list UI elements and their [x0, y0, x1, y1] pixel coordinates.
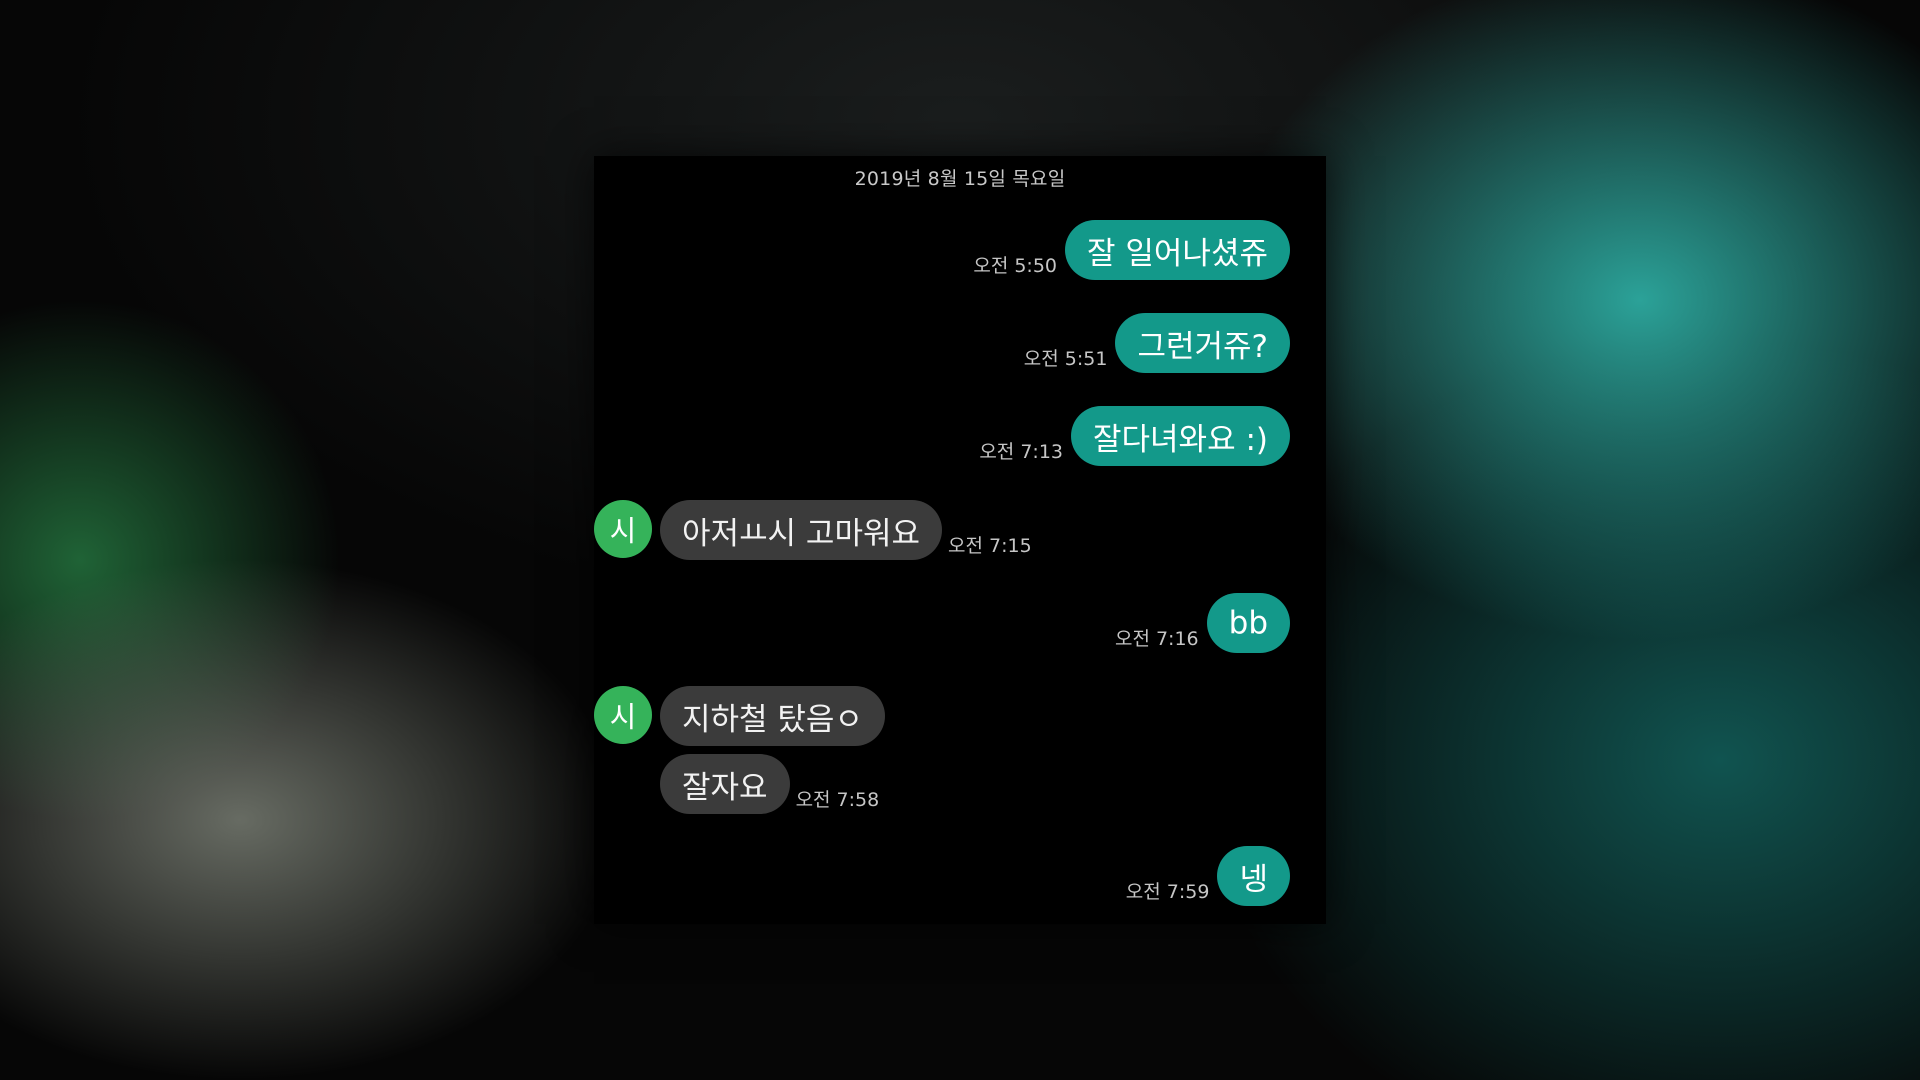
message-row-received: 시 지하철 탔음ㅇ 잘자요 오전 7:58 [594, 686, 885, 814]
message-time: 오전 7:15 [948, 535, 1032, 557]
message-time: 오전 5:50 [973, 255, 1058, 277]
message-bubble-sent[interactable]: 넹 [1217, 846, 1290, 906]
chat-window[interactable]: 2019년 8월 15일 목요일 오전 5:50 잘 일어나셨쥬 오전 5:51… [594, 156, 1326, 924]
message-bubble-sent[interactable]: 잘다녀와요 :) [1071, 406, 1290, 466]
message-bubble-received[interactable]: 잘자요 [660, 754, 790, 814]
message-bubble-received[interactable]: 아저ㅛ시 고마워요 [660, 500, 943, 560]
message-bubble-sent[interactable]: bb [1206, 593, 1290, 653]
message-row-sent: 오전 7:59 넹 [1126, 846, 1290, 906]
message-group-received: 아저ㅛ시 고마워요 오전 7:15 [660, 500, 1032, 560]
message-row-sent: 오전 5:51 그런거쥬? [1024, 313, 1290, 373]
message-row-sent: 오전 7:13 잘다녀와요 :) [979, 406, 1290, 466]
avatar[interactable]: 시 [594, 500, 652, 558]
message-time: 오전 7:58 [795, 789, 880, 811]
message-bubble-sent[interactable]: 그런거쥬? [1115, 313, 1290, 373]
avatar[interactable]: 시 [594, 686, 652, 744]
date-header: 2019년 8월 15일 목요일 [854, 168, 1066, 190]
message-line: 잘자요 오전 7:58 [660, 754, 885, 814]
message-row-received: 시 아저ㅛ시 고마워요 오전 7:15 [594, 500, 1032, 560]
message-row-sent: 오전 7:16 bb [1115, 593, 1290, 653]
message-time: 오전 5:51 [1023, 348, 1108, 370]
message-line: 아저ㅛ시 고마워요 오전 7:15 [660, 500, 1032, 560]
message-row-sent: 오전 5:50 잘 일어나셨쥬 [973, 220, 1290, 280]
message-bubble-received[interactable]: 지하철 탔음ㅇ [660, 686, 885, 746]
message-line: 지하철 탔음ㅇ [660, 686, 885, 746]
message-time: 오전 7:16 [1114, 628, 1199, 650]
message-time: 오전 7:13 [979, 441, 1063, 463]
message-group-received: 지하철 탔음ㅇ 잘자요 오전 7:58 [660, 686, 885, 814]
message-time: 오전 7:59 [1125, 881, 1210, 903]
message-bubble-sent[interactable]: 잘 일어나셨쥬 [1065, 220, 1290, 280]
